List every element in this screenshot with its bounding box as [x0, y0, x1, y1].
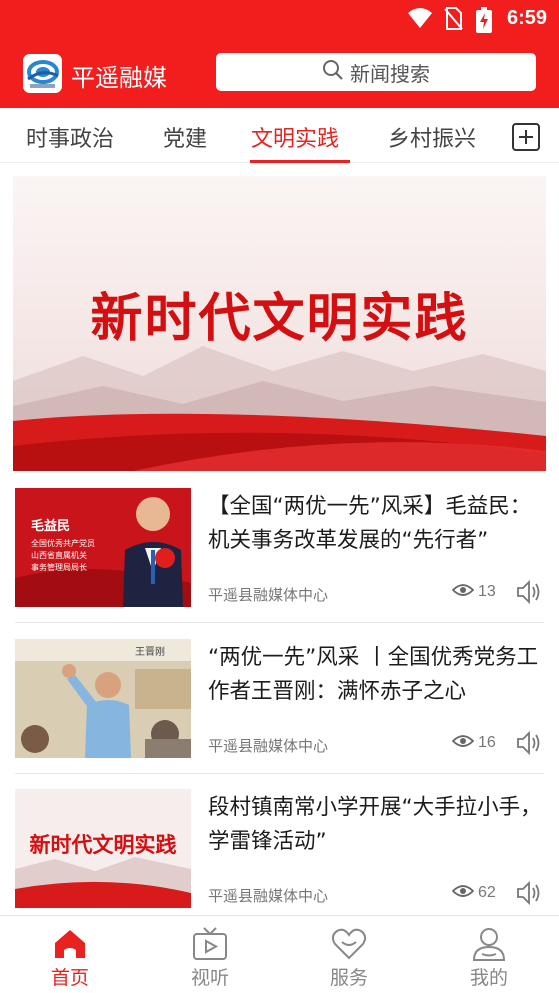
tab-party-building[interactable]: 党建 [163, 121, 207, 153]
news-title: 【全国“两优一先”风采】毛益民：机关事务改革发展的“先行者” [208, 494, 532, 553]
view-count: 16 [451, 733, 496, 753]
view-count: 13 [451, 582, 496, 602]
view-count-value: 13 [478, 583, 496, 600]
status-time: 6:59 [506, 7, 547, 29]
battery-charging-icon [476, 7, 492, 37]
search-input[interactable]: 新闻搜索 [216, 53, 536, 91]
banner-title: 新时代文明实践 [90, 289, 469, 349]
thumb-caption: 王晋刚 [135, 647, 165, 658]
view-count-value: 62 [478, 884, 496, 901]
nav-video[interactable]: 视听 [140, 916, 280, 993]
thumb-caption: 全国优秀共产党员 山西省直属机关 事务管理局局长 [31, 539, 95, 572]
app-header: 6:59 平遥融媒 新闻搜索 [0, 0, 559, 108]
no-sim-icon [443, 7, 463, 35]
active-tab-indicator [250, 160, 350, 163]
nav-video-label: 视听 [190, 967, 229, 989]
news-item[interactable]: 王晋刚 “两优一先”风采 丨全国优秀党务工作者王晋刚：满怀赤子之心 平遥县融媒体… [15, 639, 544, 759]
news-item[interactable]: 毛益民 全国优秀共产党员 山西省直属机关 事务管理局局长 【全国“两优一先”风采… [15, 488, 544, 608]
thumb-name: 毛益民 [31, 519, 71, 534]
speaker-icon[interactable] [515, 729, 543, 757]
news-source: 平遥县融媒体中心 [208, 586, 329, 604]
wifi-icon [407, 7, 433, 33]
divider [15, 773, 544, 774]
news-source: 平遥县融媒体中心 [208, 737, 329, 755]
news-thumbnail: 新时代文明实践 [15, 789, 191, 908]
bottom-navigation: 首页 视听 服务 我的 [0, 915, 559, 993]
tv-icon [192, 926, 228, 962]
status-bar: 6:59 [0, 0, 559, 38]
eye-icon [451, 582, 475, 602]
news-thumbnail: 王晋刚 [15, 639, 191, 758]
heart-icon [331, 926, 367, 962]
user-icon [471, 926, 507, 962]
thumb-caption: 新时代文明实践 [29, 833, 177, 857]
tab-rural-revitalization[interactable]: 乡村振兴 [388, 121, 476, 153]
news-thumbnail: 毛益民 全国优秀共产党员 山西省直属机关 事务管理局局长 [15, 488, 191, 607]
speaker-icon[interactable] [515, 879, 543, 907]
plus-square-icon[interactable] [512, 123, 540, 151]
view-count-value: 16 [478, 734, 496, 751]
tab-civilization-practice[interactable]: 文明实践 [251, 121, 339, 153]
view-count: 62 [451, 883, 496, 903]
nav-services[interactable]: 服务 [279, 916, 419, 993]
speaker-icon[interactable] [515, 578, 543, 606]
nav-home-label: 首页 [50, 967, 89, 989]
app-title: 平遥融媒 [71, 64, 167, 92]
eye-icon [451, 883, 475, 903]
app-logo[interactable] [23, 54, 62, 93]
search-placeholder: 新闻搜索 [350, 61, 430, 86]
news-title: 段村镇南常小学开展“大手拉小手，学雷锋活动” [208, 795, 542, 854]
nav-services-label: 服务 [329, 967, 368, 989]
nav-profile-label: 我的 [469, 967, 508, 989]
divider [15, 622, 544, 623]
featured-banner[interactable]: 新时代文明实践 [13, 176, 546, 471]
nav-profile[interactable]: 我的 [419, 916, 559, 993]
news-source: 平遥县融媒体中心 [208, 887, 329, 905]
category-tabs: 时事政治 党建 文明实践 乡村振兴 [0, 108, 559, 163]
news-item[interactable]: 新时代文明实践 段村镇南常小学开展“大手拉小手，学雷锋活动” 平遥县融媒体中心 … [15, 789, 544, 909]
search-icon [322, 59, 344, 85]
tab-current-affairs[interactable]: 时事政治 [26, 121, 114, 153]
news-title: “两优一先”风采 丨全国优秀党务工作者王晋刚：满怀赤子之心 [208, 645, 539, 704]
app-bar: 平遥融媒 新闻搜索 [0, 38, 559, 108]
eye-icon [451, 733, 475, 753]
nav-home[interactable]: 首页 [0, 916, 140, 993]
home-icon [52, 926, 88, 962]
